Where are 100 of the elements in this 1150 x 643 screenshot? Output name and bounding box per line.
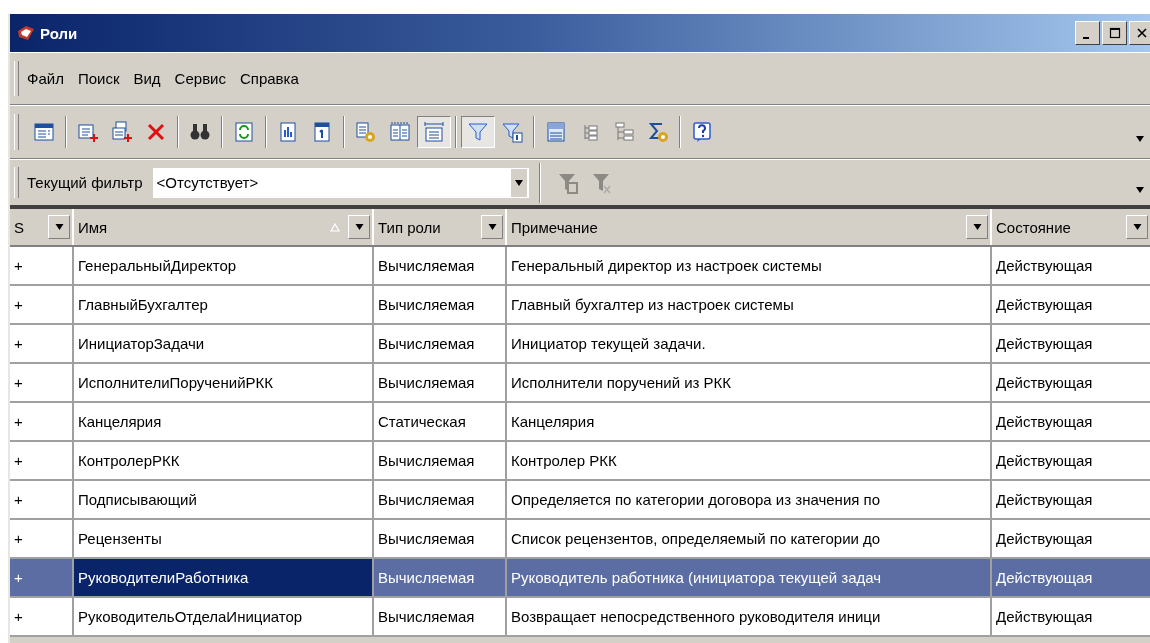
table-cell: Действующая xyxy=(992,247,1150,284)
menu-item[interactable]: Сервис xyxy=(174,70,226,87)
dropdown-icon xyxy=(514,179,523,186)
filter-value-icon xyxy=(501,121,523,143)
table-cell: Статическая xyxy=(374,403,507,440)
table-row[interactable]: + РуководительОтделаИнициатор Вычисляемая Возвращает непосредственного руководителя иници Действующая xyxy=(10,598,1150,637)
fit-width-icon xyxy=(423,121,445,143)
maximize-button[interactable] xyxy=(1102,21,1127,45)
table-cell: ИсполнителиПорученийРКК xyxy=(74,364,374,401)
menu-item[interactable]: Файл xyxy=(27,70,64,87)
sigma-icon xyxy=(647,121,669,143)
table-cell: Главный бухгалтер из настроек системы xyxy=(507,286,992,323)
table-cell: Вычисляемая xyxy=(374,247,507,284)
table-cell: + xyxy=(10,325,74,362)
dropdown-icon xyxy=(972,224,982,230)
refresh-icon xyxy=(233,121,255,143)
table-cell: + xyxy=(10,481,74,518)
filter-label: Текущий фильтр xyxy=(27,174,143,191)
table-row[interactable]: + ГенеральныйДиректор Вычисляемая Генеральный директор из настроек системы Действующая xyxy=(10,247,1150,286)
columns-icon xyxy=(389,121,411,143)
table-cell: Вычисляемая xyxy=(374,559,507,596)
column-header[interactable]: Состояние xyxy=(992,209,1150,245)
table-cell: Действующая xyxy=(992,325,1150,362)
column-header[interactable]: Примечание xyxy=(507,209,992,245)
menu-item[interactable]: Поиск xyxy=(77,70,120,87)
minimize-button[interactable] xyxy=(1075,21,1100,45)
column-filter-button[interactable] xyxy=(48,215,70,239)
table-cell: + xyxy=(10,247,74,284)
table-cell: Действующая xyxy=(992,520,1150,557)
column-filter-button[interactable] xyxy=(348,215,370,239)
table-cell: Вычисляемая xyxy=(374,442,507,479)
filter-icon xyxy=(556,171,579,194)
fit-width-button[interactable] xyxy=(417,116,451,148)
book-icon xyxy=(16,23,36,43)
table-row[interactable]: + КонтролерРКК Вычисляемая Контролер РКК Действующая xyxy=(10,442,1150,481)
overflow-icon[interactable] xyxy=(1136,136,1144,142)
add-icon xyxy=(77,121,99,143)
calendar-icon xyxy=(311,121,333,143)
table-cell: Канцелярия xyxy=(74,403,374,440)
column-header[interactable]: Тип роли xyxy=(374,209,507,245)
list-icon xyxy=(545,121,567,143)
table-cell: ГлавныйБухгалтер xyxy=(74,286,374,323)
dropdown-icon xyxy=(1132,224,1142,230)
maximize-icon xyxy=(1108,27,1121,39)
column-filter-button[interactable] xyxy=(1126,215,1148,239)
table-cell: КонтролерРКК xyxy=(74,442,374,479)
table-row[interactable]: + Подписывающий Вычисляемая Определяется по категории договора из значения по Действующая xyxy=(10,481,1150,520)
column-filter-button[interactable] xyxy=(966,215,988,239)
table-cell: Генеральный директор из настроек системы xyxy=(507,247,992,284)
menu-item[interactable]: Справка xyxy=(240,70,299,87)
window-title: Роли xyxy=(40,24,78,42)
minimize-icon xyxy=(1083,37,1089,39)
help-icon xyxy=(691,121,713,143)
table-cell: Вычисляемая xyxy=(374,364,507,401)
table-icon xyxy=(33,121,55,143)
table-cell: Вычисляемая xyxy=(374,520,507,557)
table-cell: Действующая xyxy=(992,481,1150,518)
table-cell: + xyxy=(10,403,74,440)
report-icon xyxy=(277,121,299,143)
menu-item[interactable]: Вид xyxy=(133,70,161,87)
filter-icon xyxy=(467,121,489,143)
table-cell: Действующая xyxy=(992,559,1150,596)
table-cell: Вычисляемая xyxy=(374,598,507,635)
table-cell: + xyxy=(10,364,74,401)
dropdown-icon xyxy=(354,224,364,230)
table-cell: Действующая xyxy=(992,364,1150,401)
table-row[interactable]: + ГлавныйБухгалтер Вычисляемая Главный бухгалтер из настроек системы Действующая xyxy=(10,286,1150,325)
table-cell: + xyxy=(10,520,74,557)
table-cell: Список рецензентов, определяемый по категории до xyxy=(507,520,992,557)
table-row[interactable]: + ИнициаторЗадачи Вычисляемая Инициатор текущей задачи. Действующая xyxy=(10,325,1150,364)
table-row[interactable]: + ИсполнителиПорученийРКК Вычисляемая Исполнители поручений из РКК Действующая xyxy=(10,364,1150,403)
table-cell: Рецензенты xyxy=(74,520,374,557)
filter-dropdown[interactable]: <Отсутствует> xyxy=(152,167,529,198)
table-row[interactable]: + РуководителиРаботника Вычисляемая Руководитель работника (инициатора текущей задач Действующая xyxy=(10,559,1150,598)
filter-button[interactable] xyxy=(461,116,495,148)
table-cell: Инициатор текущей задачи. xyxy=(507,325,992,362)
table-cell: Действующая xyxy=(992,286,1150,323)
table-cell: + xyxy=(10,598,74,635)
table-cell: Руководитель работника (инициатора текущей задач xyxy=(507,559,992,596)
table-cell: Вычисляемая xyxy=(374,286,507,323)
delete-icon xyxy=(145,121,167,143)
table-cell: Действующая xyxy=(992,442,1150,479)
overflow-icon[interactable] xyxy=(1136,186,1144,193)
close-button[interactable] xyxy=(1129,21,1150,45)
table-cell: Контролер РКК xyxy=(507,442,992,479)
table-cell: Возвращает непосредственного руководителя иници xyxy=(507,598,992,635)
column-filter-button[interactable] xyxy=(481,215,503,239)
tree-branch-icon xyxy=(613,121,635,143)
table-cell: ИнициаторЗадачи xyxy=(74,325,374,362)
add-copy-icon xyxy=(111,121,133,143)
table-cell: РуководителиРаботника xyxy=(74,559,374,596)
table-cell: Исполнители поручений из РКК xyxy=(507,364,992,401)
table-row[interactable]: + Канцелярия Статическая Канцелярия Действующая xyxy=(10,403,1150,442)
filter-clear-icon xyxy=(590,171,613,194)
list-settings-icon xyxy=(355,121,377,143)
column-header[interactable]: S xyxy=(10,209,74,245)
table-cell: ГенеральныйДиректор xyxy=(74,247,374,284)
close-icon xyxy=(1135,27,1148,39)
dropdown-icon xyxy=(54,224,64,230)
column-header[interactable]: Имя xyxy=(74,209,374,245)
